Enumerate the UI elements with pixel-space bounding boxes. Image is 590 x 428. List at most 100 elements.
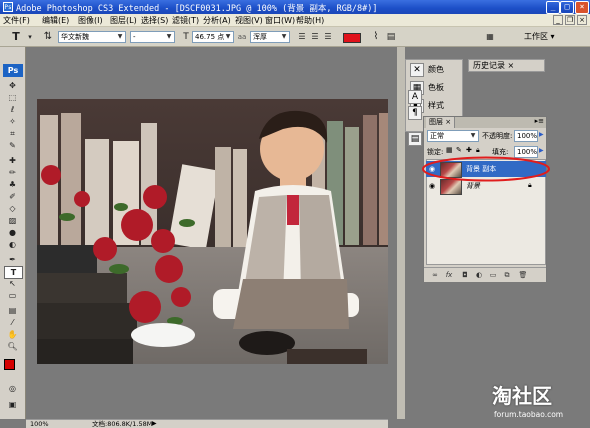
marquee-tool-icon[interactable]: ⬚	[4, 92, 21, 103]
palette-toggle-icon[interactable]: ▤	[385, 31, 397, 43]
text-orientation-icon[interactable]: ⇅	[42, 31, 54, 43]
layers-panel-icon[interactable]: ▤	[408, 132, 422, 146]
healing-brush-tool-icon[interactable]: ✚	[4, 155, 21, 166]
layers-tab[interactable]: 图层 ×	[426, 117, 456, 128]
antialias-icon: aa	[237, 33, 247, 41]
doc-minimize-button[interactable]: _	[553, 15, 563, 25]
dock-strip[interactable]	[397, 47, 405, 419]
menu-image[interactable]: 图像(I)	[78, 15, 103, 26]
font-style-value: -	[133, 33, 136, 41]
font-family-value: 华文新魏	[61, 33, 89, 41]
menu-layer[interactable]: 图层(L)	[110, 15, 137, 26]
crop-tool-icon[interactable]: ⌗	[4, 128, 21, 139]
magic-wand-tool-icon[interactable]: ✧	[4, 116, 21, 127]
opacity-label: 不透明度:	[482, 132, 513, 140]
shape-tool-icon[interactable]: ▭	[4, 290, 21, 301]
move-tool-icon[interactable]: ✥	[4, 80, 21, 91]
new-layer-icon[interactable]: ⧉	[502, 270, 512, 280]
ps-logo: Ps	[3, 64, 23, 77]
new-group-icon[interactable]: ▭	[488, 270, 498, 280]
menu-filter[interactable]: 滤镜(T)	[172, 15, 199, 26]
brush-tool-icon[interactable]: ✏	[4, 167, 21, 178]
status-menu-arrow-icon[interactable]: ▶	[152, 420, 157, 428]
workspace-menu[interactable]: 工作区 ▾	[524, 31, 555, 42]
path-selection-tool-icon[interactable]: ↖	[4, 278, 21, 289]
warp-text-icon[interactable]: ⌇	[370, 31, 382, 43]
toolbox: Ps ✥ ⬚ ℓ ✧ ⌗ ✎ ✚ ✏ ♣ ✐ ◇ ▨ ● ◐ ✒ T ↖ ▭ ▤…	[0, 47, 26, 419]
document-canvas[interactable]	[37, 99, 388, 364]
font-style-select[interactable]: - ▼	[130, 31, 175, 43]
maximize-button[interactable]: □	[560, 1, 574, 14]
paragraph-panel-icon[interactable]: ¶	[408, 106, 422, 120]
gradient-tool-icon[interactable]: ▨	[4, 215, 21, 226]
font-size-select[interactable]: 46.75 点 ▼	[192, 31, 234, 43]
align-left-icon[interactable]: ☰	[296, 31, 308, 43]
zoom-tool-icon[interactable]: 🔍︎	[4, 341, 21, 352]
fill-arrow-icon[interactable]: ▶	[539, 147, 544, 154]
close-button[interactable]: ×	[575, 1, 589, 14]
hand-tool-icon[interactable]: ✋	[4, 329, 21, 340]
lock-image-icon[interactable]: ✎	[456, 146, 462, 154]
opacity-input[interactable]: 100%	[514, 130, 538, 142]
eyedropper-tool-icon[interactable]: ⁄	[4, 317, 21, 328]
zoom-level[interactable]: 100%	[30, 420, 49, 428]
color-panel-label: 颜色	[428, 65, 444, 74]
align-center-icon[interactable]: ☰	[309, 31, 321, 43]
opacity-arrow-icon[interactable]: ▶	[539, 131, 544, 138]
menu-help[interactable]: 帮助(H)	[296, 15, 324, 26]
blend-mode-select[interactable]: 正常 ▼	[427, 130, 479, 142]
lock-position-icon[interactable]: ✚	[466, 146, 472, 154]
window-title: Adobe Photoshop CS3 Extended - [DSCF0031…	[16, 4, 378, 14]
options-bar: T ▾ ⇅ 华文新魏 ▼ - ▼ T 46.75 点 ▼ aa 浑厚 ▼ ☰ ☰…	[0, 27, 590, 47]
history-brush-tool-icon[interactable]: ✐	[4, 191, 21, 202]
layers-panel-footer: ∞ fx ◘ ◐ ▭ ⧉ 🗑︎	[424, 267, 546, 282]
watermark-brand: 淘社区	[492, 384, 552, 408]
history-panel-tab[interactable]: 历史记录 ×	[468, 59, 545, 72]
menu-edit[interactable]: 编辑(E)	[42, 15, 69, 26]
photo-image	[37, 99, 388, 364]
dodge-tool-icon[interactable]: ◐	[4, 239, 21, 250]
site-watermark: 淘社区 forum.taobao.com	[480, 378, 590, 428]
menu-analysis[interactable]: 分析(A)	[203, 15, 231, 26]
chevron-down-icon: ▼	[281, 33, 287, 40]
eraser-tool-icon[interactable]: ◇	[4, 203, 21, 214]
menu-select[interactable]: 选择(S)	[141, 15, 168, 26]
text-color-swatch[interactable]	[343, 33, 361, 43]
opacity-value: 100%	[517, 132, 538, 140]
lock-transparency-icon[interactable]: ▦	[446, 146, 453, 154]
lasso-tool-icon[interactable]: ℓ	[4, 104, 21, 115]
foreground-color-swatch[interactable]	[4, 359, 15, 370]
color-panel-button[interactable]: ✕ 颜色	[408, 62, 462, 78]
notes-tool-icon[interactable]: ▤	[4, 305, 21, 316]
slice-tool-icon[interactable]: ✎	[4, 140, 21, 151]
text-tool-icon[interactable]: T	[10, 31, 22, 43]
character-panel-icon[interactable]: A	[408, 90, 422, 104]
quick-mask-icon[interactable]: ◎	[4, 383, 21, 394]
delete-layer-icon[interactable]: 🗑︎	[518, 270, 528, 280]
chevron-down-icon[interactable]: ▾	[24, 31, 36, 43]
align-right-icon[interactable]: ☰	[322, 31, 334, 43]
layer-mask-icon[interactable]: ◘	[460, 270, 470, 280]
layer-style-icon[interactable]: fx	[444, 270, 454, 280]
font-family-select[interactable]: 华文新魏 ▼	[58, 31, 126, 43]
lock-all-icon[interactable]: 🔒︎	[476, 146, 480, 155]
brushes-palette-icon[interactable]: ▦	[484, 31, 496, 43]
menu-window[interactable]: 窗口(W)	[265, 15, 295, 26]
chevron-down-icon: ▼	[117, 33, 123, 40]
blur-tool-icon[interactable]: ●	[4, 227, 21, 238]
screen-mode-icon[interactable]: ▣	[4, 399, 21, 410]
menu-file[interactable]: 文件(F)	[3, 15, 30, 26]
link-layers-icon[interactable]: ∞	[430, 270, 440, 280]
doc-restore-button[interactable]: ❐	[565, 15, 575, 25]
pen-tool-icon[interactable]: ✒	[4, 254, 21, 265]
doc-close-button[interactable]: ×	[577, 15, 587, 25]
adjustment-layer-icon[interactable]: ◐	[474, 270, 484, 280]
menu-view[interactable]: 视图(V)	[235, 15, 263, 26]
swatches-panel-label: 色板	[428, 83, 444, 92]
minimize-button[interactable]: _	[546, 1, 560, 14]
panel-menu-icon[interactable]: ▸≡	[535, 117, 544, 125]
chevron-down-icon: ▼	[225, 33, 231, 40]
antialias-select[interactable]: 浑厚 ▼	[250, 31, 290, 43]
clone-stamp-tool-icon[interactable]: ♣	[4, 179, 21, 190]
layers-panel: 图层 × ▸≡ 正常 ▼ 不透明度: 100% ▶ 锁定: ▦ ✎ ✚ 🔒︎ 填…	[422, 116, 550, 282]
